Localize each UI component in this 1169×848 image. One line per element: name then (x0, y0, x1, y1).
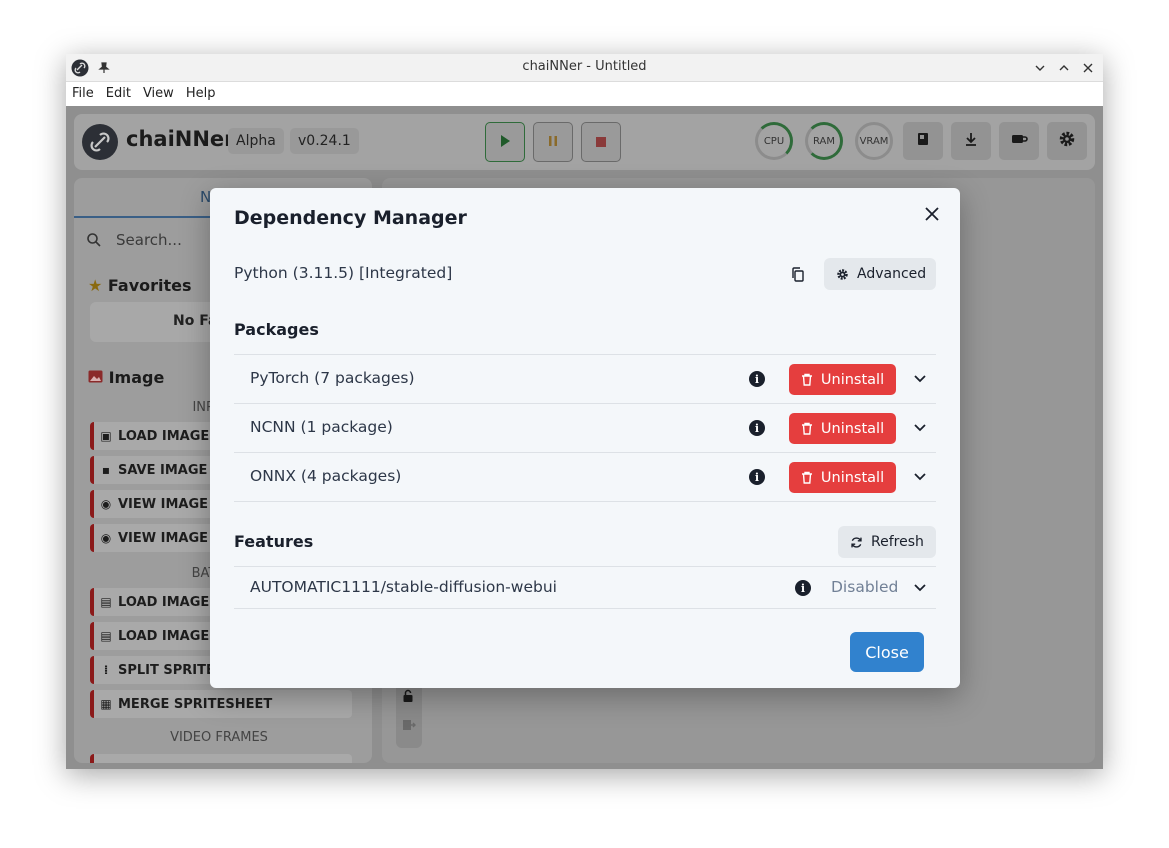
info-icon[interactable]: i (795, 580, 811, 596)
package-row-onnx: ONNX (4 packages) i Uninstall (234, 452, 936, 502)
advanced-button[interactable]: Advanced (824, 258, 936, 290)
dependency-manager-modal: Dependency Manager Python (3.11.5) [Inte… (210, 188, 960, 688)
package-row-ncnn: NCNN (1 package) i Uninstall (234, 403, 936, 452)
gear-icon (836, 268, 849, 281)
info-icon[interactable]: i (749, 371, 765, 387)
packages-heading: Packages (234, 320, 319, 339)
feature-row: AUTOMATIC1111/stable-diffusion-webui i D… (234, 566, 936, 609)
info-icon[interactable]: i (749, 420, 765, 436)
feature-name: AUTOMATIC1111/stable-diffusion-webui (250, 578, 557, 596)
chevron-down-icon[interactable] (912, 420, 928, 436)
uninstall-label: Uninstall (820, 371, 885, 388)
feature-status: Disabled (831, 578, 899, 596)
trash-icon (801, 422, 813, 435)
uninstall-button[interactable]: Uninstall (789, 364, 896, 395)
uninstall-label: Uninstall (820, 469, 885, 486)
uninstall-button[interactable]: Uninstall (789, 462, 896, 493)
features-heading: Features (234, 532, 314, 551)
close-icon[interactable] (918, 200, 946, 228)
info-icon[interactable]: i (749, 469, 765, 485)
advanced-label: Advanced (857, 266, 927, 282)
trash-icon (801, 471, 813, 484)
package-name: NCNN (1 package) (250, 418, 393, 436)
trash-icon (801, 373, 813, 386)
python-version-label: Python (3.11.5) [Integrated] (234, 264, 453, 282)
uninstall-button[interactable]: Uninstall (789, 413, 896, 444)
package-name: PyTorch (7 packages) (250, 369, 415, 387)
refresh-button[interactable]: Refresh (838, 526, 936, 558)
chevron-down-icon[interactable] (912, 469, 928, 485)
package-name: ONNX (4 packages) (250, 467, 402, 485)
refresh-label: Refresh (871, 534, 924, 550)
modal-title: Dependency Manager (234, 207, 467, 229)
chevron-down-icon[interactable] (912, 371, 928, 387)
chevron-down-icon[interactable] (912, 580, 928, 596)
copy-icon[interactable] (788, 264, 808, 284)
refresh-icon (850, 536, 863, 549)
close-button[interactable]: Close (850, 632, 924, 672)
package-row-pytorch: PyTorch (7 packages) i Uninstall (234, 354, 936, 403)
uninstall-label: Uninstall (820, 420, 885, 437)
